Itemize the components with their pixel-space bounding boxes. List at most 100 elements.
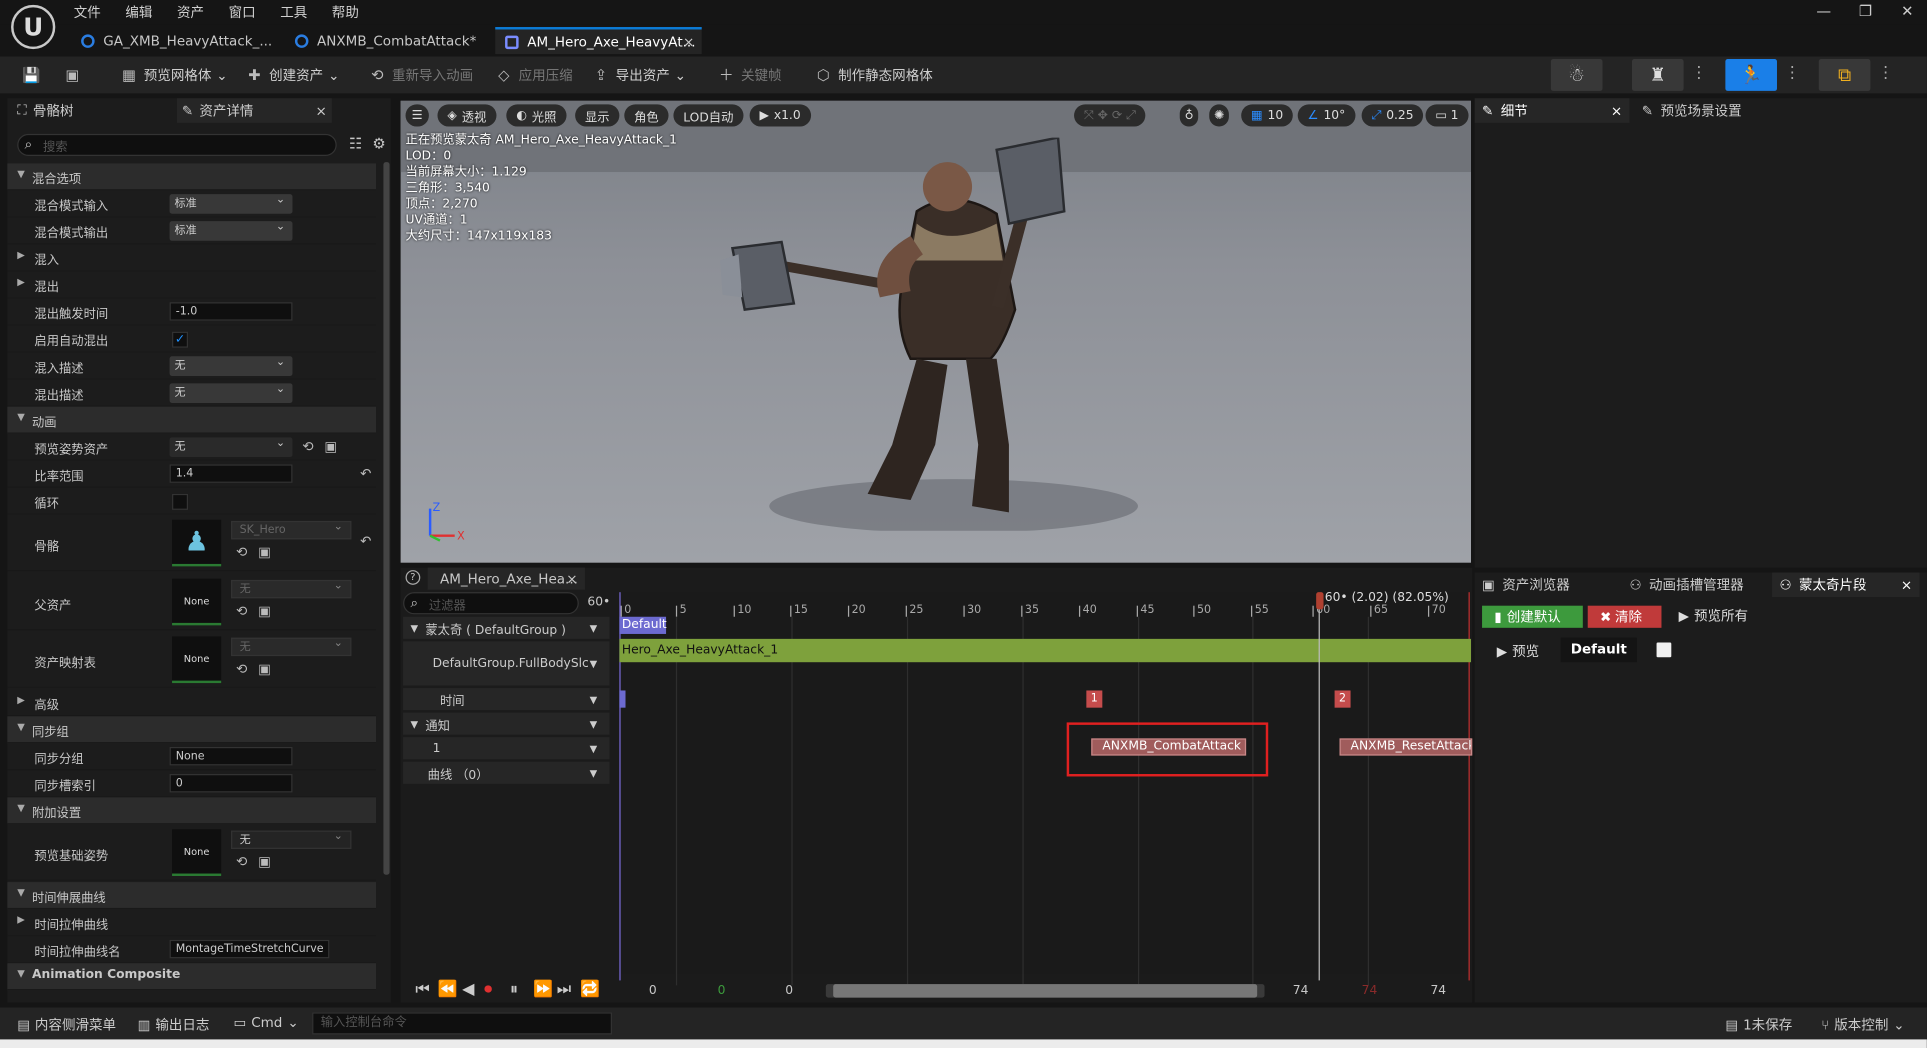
- show-button[interactable]: 显示: [575, 104, 620, 127]
- record-icon[interactable]: ⏺: [484, 980, 492, 998]
- camera-speed-button[interactable]: ▭ 1: [1425, 104, 1469, 127]
- go-to-start-icon[interactable]: ⏮: [415, 980, 429, 998]
- preview-button[interactable]: ▶ 预览: [1497, 641, 1539, 661]
- preview-all-button[interactable]: ▶ 预览所有: [1679, 606, 1748, 626]
- create-default-button[interactable]: ▮ 创建默认: [1482, 605, 1583, 628]
- browse-icon[interactable]: ⟲: [236, 854, 247, 870]
- play-reverse-icon[interactable]: ◀: [462, 980, 474, 998]
- auto-blend-out-checkbox[interactable]: ✓: [172, 331, 189, 348]
- folder-icon[interactable]: ▣: [258, 544, 271, 560]
- section-marker-2[interactable]: 2: [1334, 690, 1351, 708]
- category-animation-composite[interactable]: ▼ Animation Composite: [7, 963, 377, 991]
- range-start[interactable]: 0: [649, 984, 657, 998]
- menu-help[interactable]: 帮助: [332, 2, 359, 22]
- loop-icon[interactable]: 🔁: [580, 980, 600, 998]
- unreal-logo[interactable]: U: [11, 4, 56, 50]
- export-asset-button[interactable]: ⇪ 导出资产 ⌄: [592, 63, 686, 88]
- lit-button[interactable]: ◐ 光照: [506, 104, 567, 127]
- viewport-menu-button[interactable]: ☰: [405, 104, 429, 127]
- help-icon[interactable]: ?: [405, 570, 421, 585]
- minimize-icon[interactable]: —: [1811, 2, 1836, 22]
- cmd-button[interactable]: ▭ Cmd ⌄: [233, 1015, 298, 1031]
- slot-track-header[interactable]: DefaultGroup.FullBodySlc ▼: [403, 641, 610, 686]
- close-tab-icon[interactable]: ×: [316, 103, 327, 119]
- browse-icon[interactable]: ⟲: [236, 603, 247, 619]
- browse-icon[interactable]: ⟲: [236, 544, 247, 560]
- section-marker[interactable]: [619, 690, 626, 708]
- sync-group-name-input[interactable]: None: [169, 746, 293, 766]
- character-button[interactable]: 角色: [624, 104, 669, 127]
- grid-snap-button[interactable]: ▦ 10: [1241, 104, 1294, 127]
- base-pose-thumbnail[interactable]: None: [172, 829, 222, 876]
- rate-scale-input[interactable]: 1.4: [169, 464, 293, 483]
- range-end-2[interactable]: 74: [1430, 984, 1446, 998]
- section-default[interactable]: Default: [619, 616, 667, 634]
- source-control-button[interactable]: ⑂ 版本控制 ⌄: [1821, 1015, 1904, 1035]
- tab-am-hero-axe[interactable]: AM_Hero_Axe_HeavyAt... ×: [495, 27, 702, 55]
- skeleton-thumbnail[interactable]: ♟: [172, 519, 222, 567]
- animation-mode-button[interactable]: 🏃: [1725, 58, 1777, 91]
- scale-snap-button[interactable]: ⤢ 0.25: [1361, 104, 1424, 127]
- parent-asset-thumbnail[interactable]: None: [172, 578, 222, 626]
- notify-track-header[interactable]: ▼ 通知 ▼: [403, 712, 610, 735]
- time-stretch-curve-name-input[interactable]: MontageTimeStretchCurve: [169, 939, 330, 959]
- mesh-mode-button[interactable]: ♜: [1631, 58, 1684, 91]
- tab-montage-sections[interactable]: ⚇ 蒙太奇片段 ×: [1772, 572, 1920, 598]
- section-marker-1[interactable]: 1: [1086, 690, 1103, 708]
- restore-icon[interactable]: ❐: [1853, 2, 1878, 22]
- realtime-icon[interactable]: ✺: [1209, 104, 1230, 127]
- close-tab-icon[interactable]: ×: [566, 571, 577, 587]
- step-back-icon[interactable]: ⏪: [437, 980, 457, 998]
- skeleton-dropdown[interactable]: SK_Hero: [231, 518, 352, 540]
- category-sync-group[interactable]: ▼ 同步组: [7, 716, 377, 744]
- notify-sub-track-header[interactable]: 1 ▼: [403, 737, 610, 760]
- tab-details[interactable]: ✎ 细节 ×: [1474, 98, 1630, 123]
- preview-pose-dropdown[interactable]: 无: [169, 434, 293, 458]
- folder-icon[interactable]: ▣: [258, 661, 271, 677]
- close-tab-icon[interactable]: ×: [1611, 103, 1622, 119]
- character-model[interactable]: [708, 137, 1175, 531]
- filter-input[interactable]: ⌕ 过滤器: [403, 592, 579, 615]
- reset-icon[interactable]: ↶: [360, 533, 371, 549]
- perspective-button[interactable]: ◈ 透视: [437, 104, 497, 127]
- blend-mode-out-dropdown[interactable]: 标准: [169, 217, 293, 241]
- notify-reset-attack[interactable]: ANXMB_ResetAttack: [1339, 738, 1473, 756]
- tab-asset-browser[interactable]: ▣ 资产浏览器: [1475, 573, 1570, 598]
- category-time-stretch-curve[interactable]: ▼ 时间伸展曲线: [7, 882, 377, 910]
- angle-snap-button[interactable]: ∠ 10°: [1297, 104, 1356, 127]
- lod-button[interactable]: LOD自动: [673, 104, 744, 127]
- make-static-mesh-button[interactable]: ⬡ 制作静态网格体: [815, 63, 933, 88]
- reset-icon[interactable]: ↶: [360, 466, 371, 482]
- prop-blend-in[interactable]: ▶ 混入: [7, 244, 377, 272]
- loop-checkbox[interactable]: [172, 493, 189, 510]
- apply-compress-button[interactable]: ◇ 应用压缩: [495, 63, 573, 88]
- save-button[interactable]: 💾: [22, 63, 45, 88]
- menu-tools[interactable]: 工具: [280, 2, 307, 22]
- folder-icon[interactable]: ▣: [258, 603, 271, 619]
- base-pose-dropdown[interactable]: 无: [231, 828, 352, 849]
- blueprint-mode-button[interactable]: ⧉: [1818, 58, 1871, 91]
- unsaved-button[interactable]: ▤ 1未保存: [1725, 1015, 1792, 1035]
- montage-track-header[interactable]: ▼ 蒙太奇 ( DefaultGroup ) ▼: [403, 616, 610, 639]
- prop-blend-out[interactable]: ▶ 混出: [7, 272, 377, 299]
- gear-icon[interactable]: ⚙: [372, 135, 385, 152]
- create-asset-button[interactable]: ✚ 创建资产 ⌄: [246, 63, 339, 88]
- output-log-button[interactable]: ▥ 输出日志: [138, 1015, 210, 1035]
- montage-clip[interactable]: Hero_Axe_HeavyAttack_1: [619, 638, 1471, 663]
- playback-speed-button[interactable]: ▶ x1.0: [749, 104, 811, 127]
- keyframe-button[interactable]: ＋ 关键帧: [718, 63, 782, 88]
- tab-ga-heavyattack[interactable]: GA_XMB_HeavyAttack_...: [71, 27, 280, 54]
- pause-icon[interactable]: ⏸: [510, 980, 518, 998]
- fps-display[interactable]: 60•: [587, 596, 610, 610]
- range-red[interactable]: 74: [1362, 984, 1378, 998]
- browse-button[interactable]: ▣: [64, 63, 87, 88]
- range-end[interactable]: 74: [1293, 984, 1309, 998]
- category-animation[interactable]: ▼ 动画: [7, 406, 377, 434]
- asset-mapping-thumbnail[interactable]: None: [172, 636, 222, 684]
- tab-asset-details[interactable]: ✎ 资产详情 ×: [176, 98, 332, 123]
- table-view-icon[interactable]: ☷: [349, 135, 362, 152]
- asset-mapping-dropdown[interactable]: 无: [231, 635, 352, 657]
- parent-asset-dropdown[interactable]: 无: [231, 577, 352, 599]
- prop-advanced[interactable]: ▶ 高级: [7, 689, 377, 717]
- browse-icon[interactable]: ⟲: [302, 439, 313, 455]
